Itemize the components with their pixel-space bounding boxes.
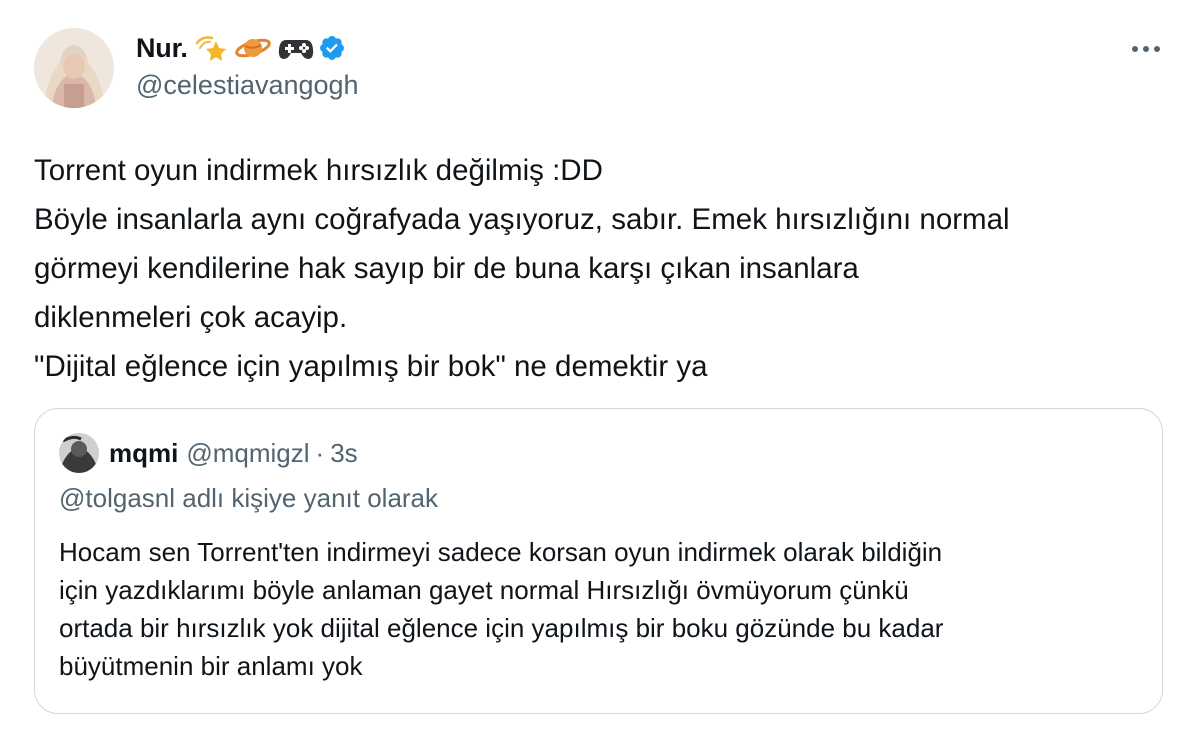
author-avatar[interactable] [34, 28, 114, 108]
quoted-text-line: ortada bir hırsızlık yok dijital eğlence… [59, 613, 944, 643]
quoted-author-name[interactable]: mqmi [109, 438, 178, 469]
quoted-author-handle[interactable]: @mqmigzl [186, 438, 309, 469]
tweet-text-line: Torrent oyun indirmek hırsızlık değilmiş… [34, 154, 603, 187]
more-options-icon[interactable] [1124, 38, 1168, 60]
game-controller-emoji-icon [278, 33, 314, 63]
quoted-author-avatar-image [59, 433, 99, 473]
tweet-text-line: Böyle insanlarla aynı coğrafyada yaşıyor… [34, 203, 1010, 236]
tweet-card: Nur. @celestiavangogh Torrent oyun indir… [0, 0, 1200, 740]
tweet-text-line: diklenmeleri çok acayip. [34, 301, 348, 334]
dot [1154, 46, 1160, 52]
verified-badge-icon[interactable] [318, 34, 346, 62]
author-display-name[interactable]: Nur. [136, 33, 188, 64]
author-avatar-image [34, 28, 114, 108]
quoted-author-avatar[interactable] [59, 433, 99, 473]
tweet-text-line: görmeyi kendilerine hak sayıp bir de bun… [34, 252, 859, 285]
reply-context: @tolgasnl adlı kişiye yanıt olarak [59, 483, 439, 513]
quoted-tweet-card[interactable]: mqmi @mqmigzl · 3s @tolgasnl adlı kişiye… [34, 408, 1163, 714]
quoted-text-line: büyütmenin bir anlamı yok [59, 651, 363, 681]
ringed-planet-emoji-icon [234, 33, 272, 63]
author-name-row: Nur. [136, 28, 346, 68]
dizzy-star-emoji-icon [194, 33, 228, 63]
separator-dot: · [315, 437, 325, 468]
dot [1143, 46, 1149, 52]
author-handle[interactable]: @celestiavangogh [136, 70, 359, 101]
quoted-text-line: için yazdıklarımı böyle anlaman gayet no… [59, 575, 909, 605]
tweet-text-line: "Dijital eğlence için yapılmış bir bok" … [34, 350, 708, 383]
tweet-text: Torrent oyun indirmek hırsızlık değilmiş… [34, 146, 1169, 391]
quoted-tweet-header: mqmi @mqmigzl · 3s [109, 435, 358, 471]
quoted-text-line: Hocam sen Torrent'ten indirmeyi sadece k… [59, 537, 943, 567]
quoted-timestamp[interactable]: 3s [330, 438, 357, 469]
quoted-tweet-text: Hocam sen Torrent'ten indirmeyi sadece k… [59, 533, 1144, 685]
dot [1132, 46, 1138, 52]
